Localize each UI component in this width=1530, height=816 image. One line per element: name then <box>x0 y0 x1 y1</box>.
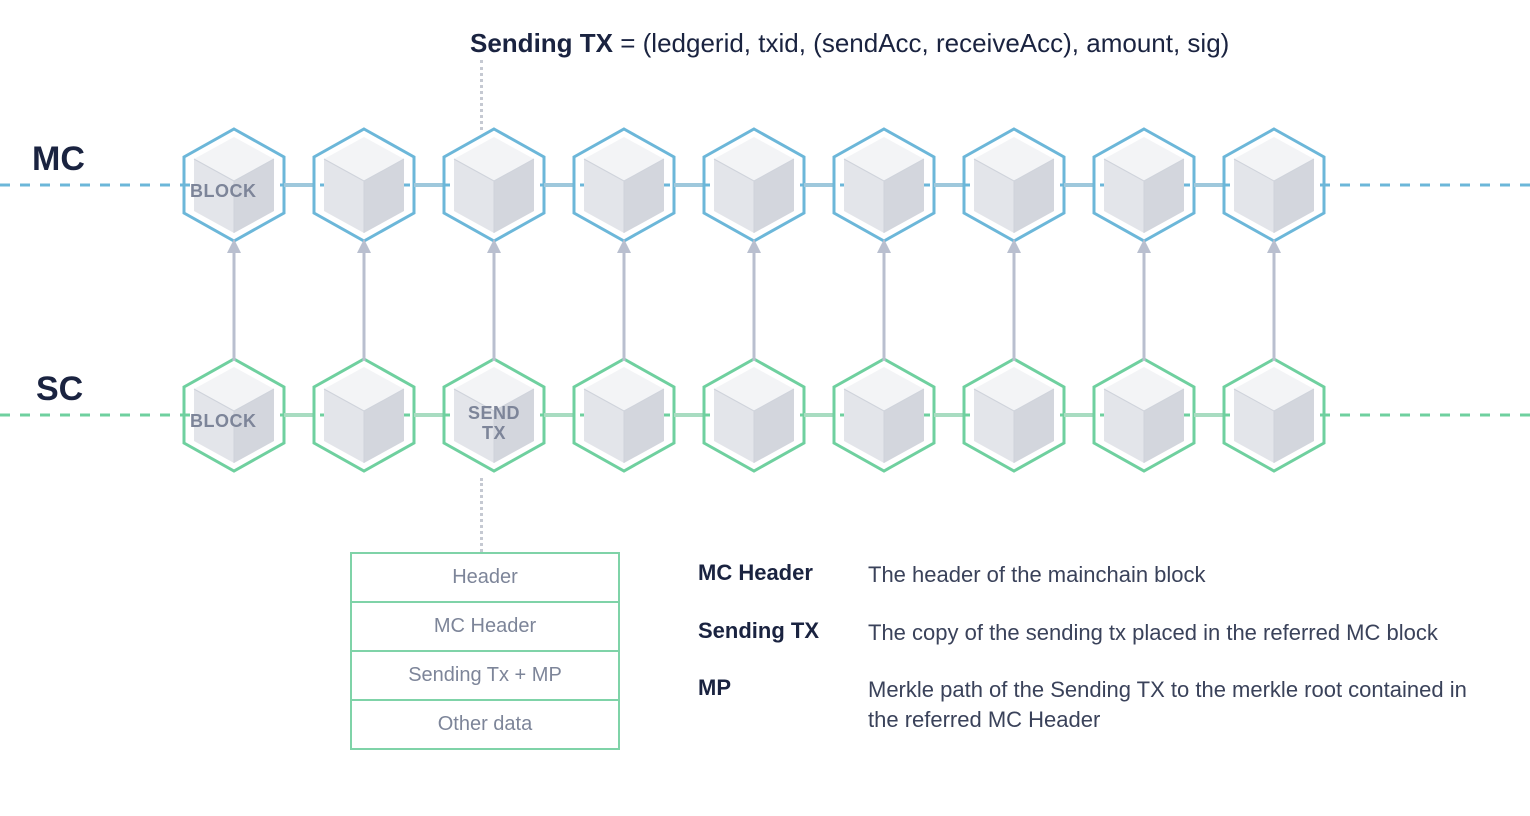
title-line: Sending TX = (ledgerid, txid, (sendAcc, … <box>470 28 1229 59</box>
arrow-sc-to-mc <box>744 239 764 361</box>
mc-block-hex <box>960 125 1068 245</box>
block-structure-row: Sending Tx + MP <box>352 652 618 701</box>
block-structure-row: Other data <box>352 701 618 748</box>
sc-sendtx-label: SEND TX <box>440 403 548 443</box>
sc-block-label: BLOCK <box>190 411 278 431</box>
mc-block-hex <box>830 125 938 245</box>
sc-block-hex <box>830 355 938 475</box>
mc-block-hex <box>700 125 808 245</box>
sc-block-hex <box>960 355 1068 475</box>
chain-label-sc: SC <box>36 370 83 409</box>
arrow-sc-to-mc <box>1134 239 1154 361</box>
block-structure-table: Header MC Header Sending Tx + MP Other d… <box>350 552 620 750</box>
mc-block-hex: BLOCK <box>180 125 288 245</box>
definition-desc: The copy of the sending tx placed in the… <box>868 618 1478 648</box>
arrow-sc-to-mc <box>1004 239 1024 361</box>
arrow-sc-to-mc <box>354 239 374 361</box>
diagram-canvas: Sending TX = (ledgerid, txid, (sendAcc, … <box>0 0 1530 816</box>
definition-desc: Merkle path of the Sending TX to the mer… <box>868 675 1478 734</box>
sc-block-hex: SEND TX <box>440 355 548 475</box>
sc-block-hex: BLOCK <box>180 355 288 475</box>
chain-label-mc: MC <box>32 140 85 179</box>
arrow-sc-to-mc <box>224 239 244 361</box>
arrow-sc-to-mc <box>484 239 504 361</box>
mc-block-label: BLOCK <box>190 181 278 201</box>
title-bold: Sending TX <box>470 28 613 58</box>
definitions: MC Header The header of the mainchain bl… <box>698 560 1478 763</box>
definition-term: Sending TX <box>698 618 868 648</box>
mc-block-hex <box>310 125 418 245</box>
sc-block-hex <box>570 355 678 475</box>
arrow-sc-to-mc <box>874 239 894 361</box>
arrow-sc-to-mc <box>1264 239 1284 361</box>
mc-block-hex <box>570 125 678 245</box>
definition-row: MP Merkle path of the Sending TX to the … <box>698 675 1478 734</box>
block-structure-row: MC Header <box>352 603 618 652</box>
definition-desc: The header of the mainchain block <box>868 560 1478 590</box>
definition-term: MC Header <box>698 560 868 590</box>
dotted-line-sc-to-table <box>480 478 483 552</box>
title-rest: = (ledgerid, txid, (sendAcc, receiveAcc)… <box>613 28 1229 58</box>
arrow-sc-to-mc <box>614 239 634 361</box>
mc-block-hex <box>440 125 548 245</box>
sc-block-hex <box>310 355 418 475</box>
mc-block-hex <box>1220 125 1328 245</box>
dotted-line-title-to-mc <box>480 60 483 130</box>
definition-row: MC Header The header of the mainchain bl… <box>698 560 1478 590</box>
definition-row: Sending TX The copy of the sending tx pl… <box>698 618 1478 648</box>
sc-block-hex <box>700 355 808 475</box>
definition-term: MP <box>698 675 868 734</box>
sc-block-hex <box>1090 355 1198 475</box>
mc-block-hex <box>1090 125 1198 245</box>
block-structure-row: Header <box>352 554 618 603</box>
sc-block-hex <box>1220 355 1328 475</box>
